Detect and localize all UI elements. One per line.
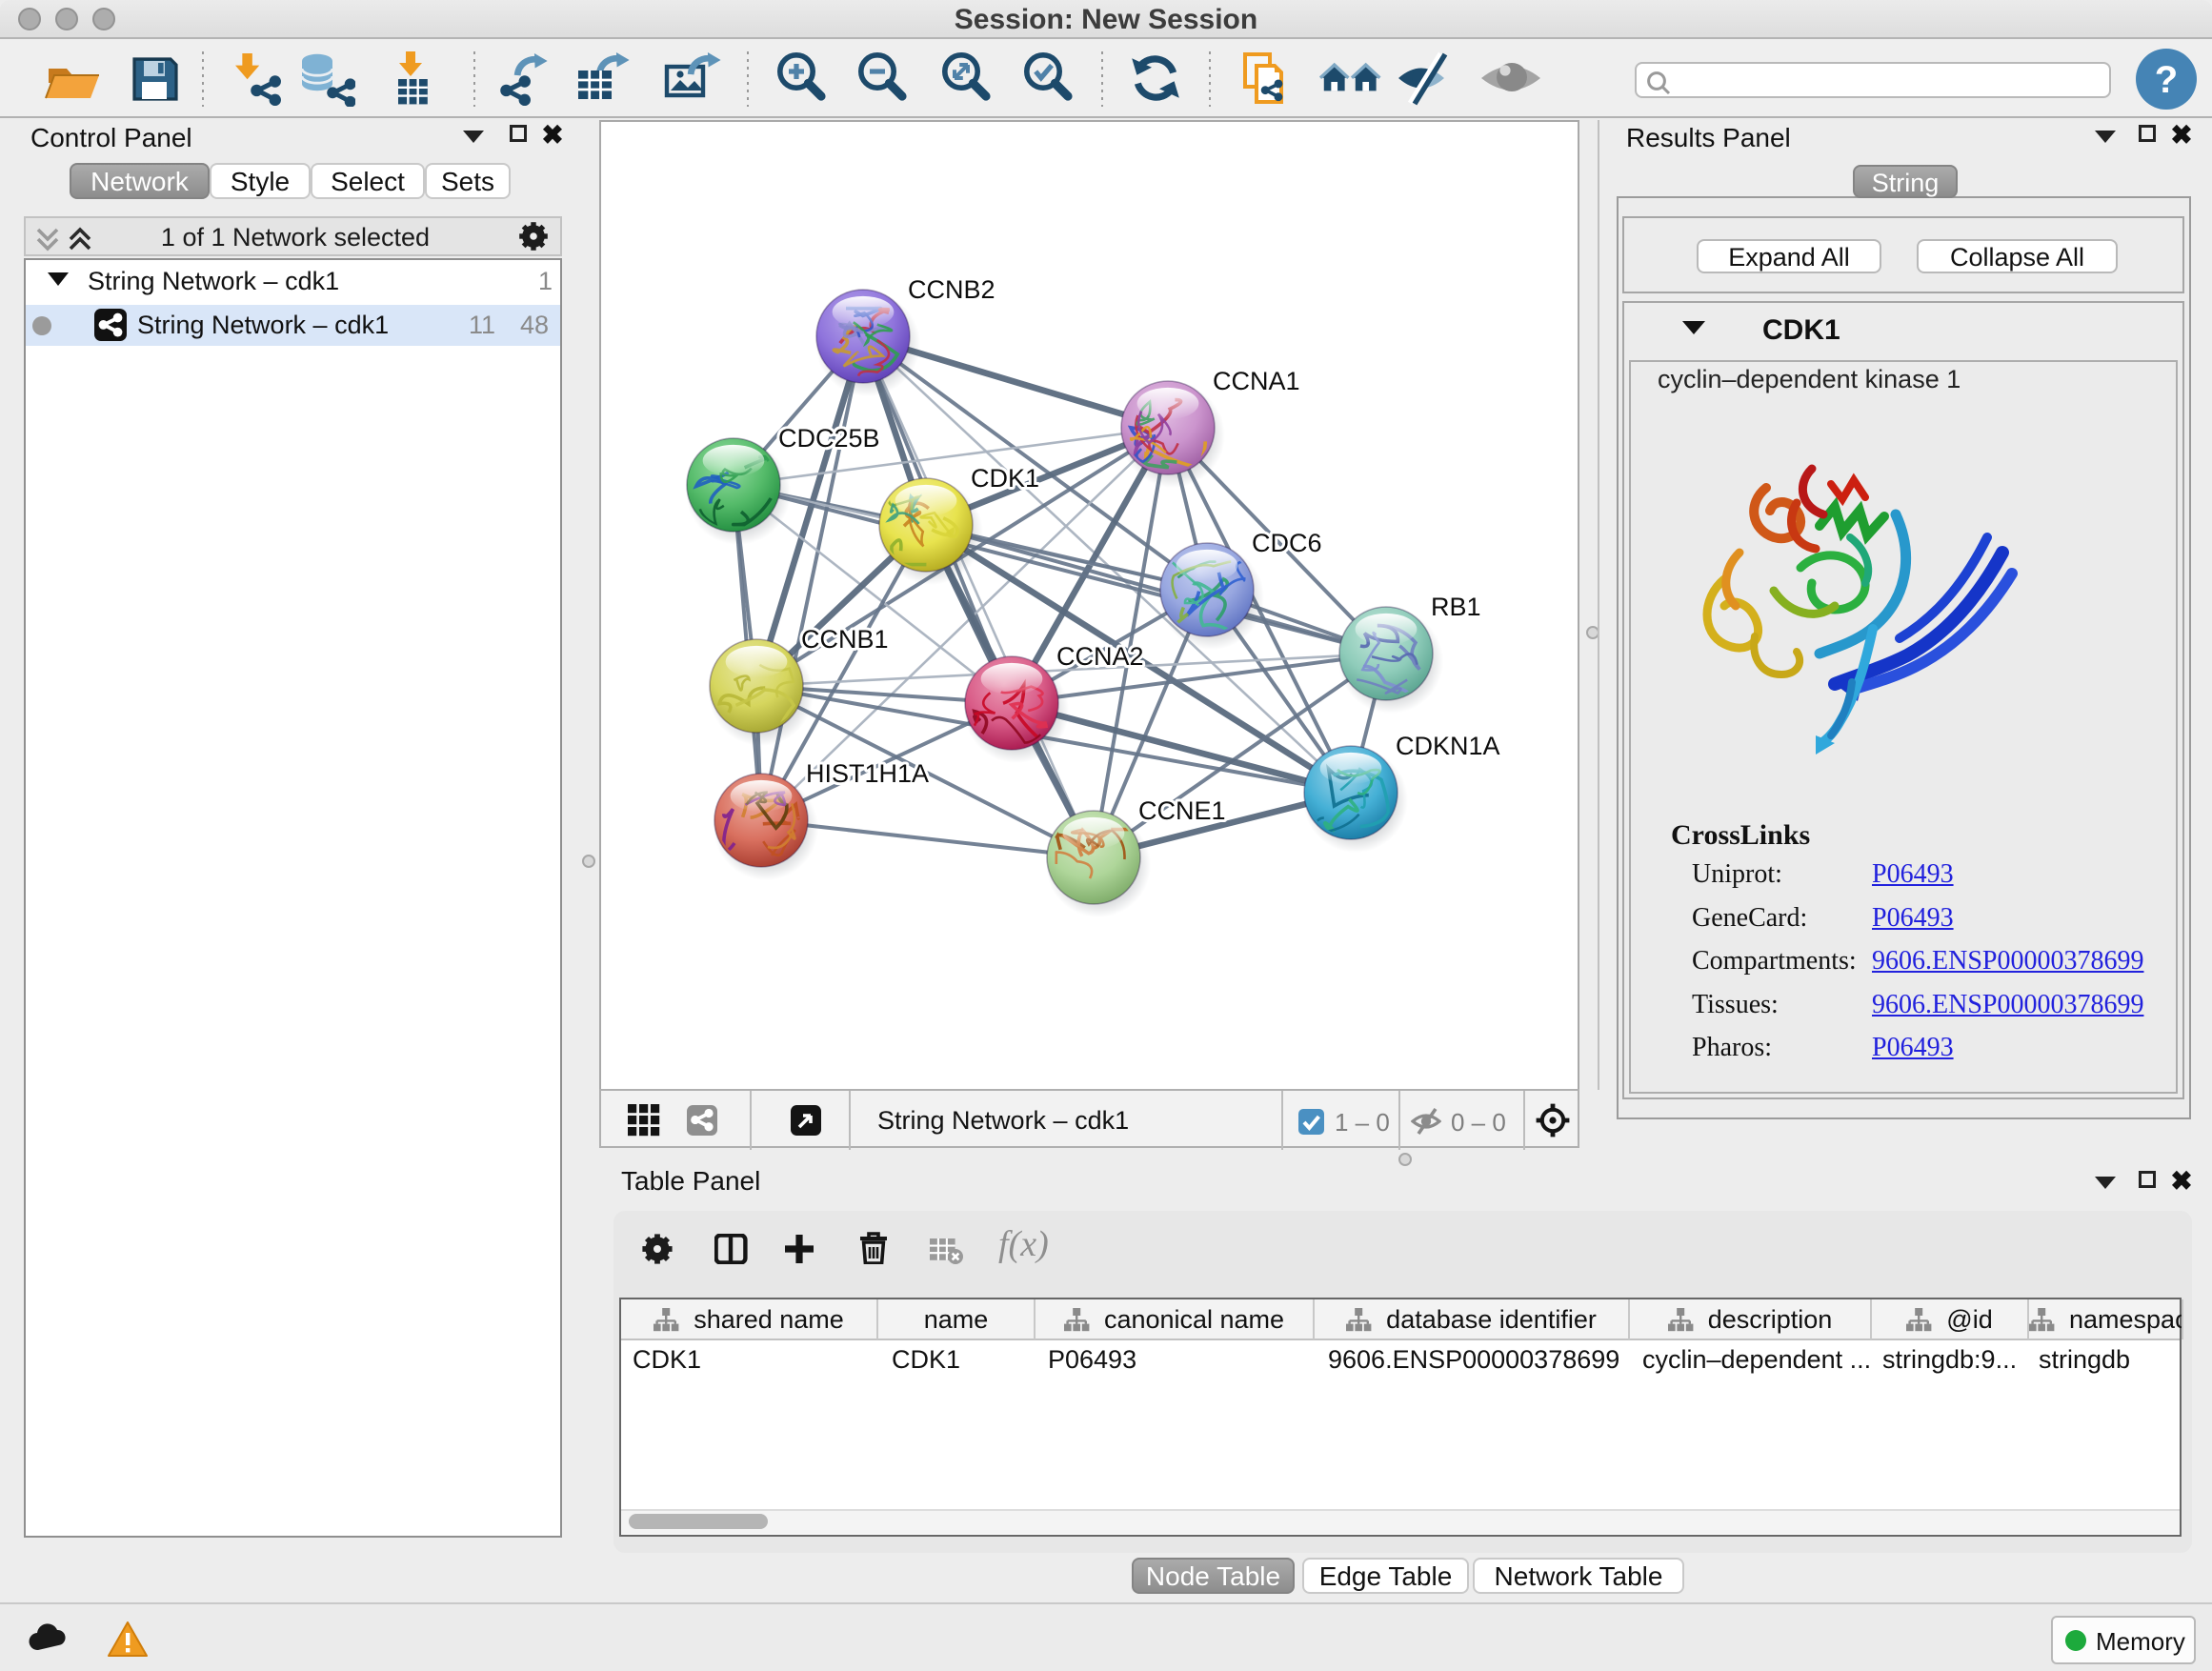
- svg-text:CDK1: CDK1: [971, 464, 1039, 493]
- svg-text:CCNE1: CCNE1: [1138, 796, 1226, 825]
- svg-text:CCNB2: CCNB2: [908, 275, 995, 304]
- svg-text:?: ?: [2155, 59, 2178, 101]
- svg-text:CCNA2: CCNA2: [1056, 642, 1144, 671]
- svg-text:CDKN1A: CDKN1A: [1396, 732, 1500, 760]
- svg-text:CCNB1: CCNB1: [801, 625, 889, 654]
- svg-text:CDC25B: CDC25B: [778, 424, 880, 453]
- svg-text:HIST1H1A: HIST1H1A: [806, 759, 929, 788]
- svg-text:CDC6: CDC6: [1252, 529, 1322, 557]
- svg-text:CCNA1: CCNA1: [1213, 367, 1300, 395]
- svg-text:RB1: RB1: [1431, 593, 1481, 621]
